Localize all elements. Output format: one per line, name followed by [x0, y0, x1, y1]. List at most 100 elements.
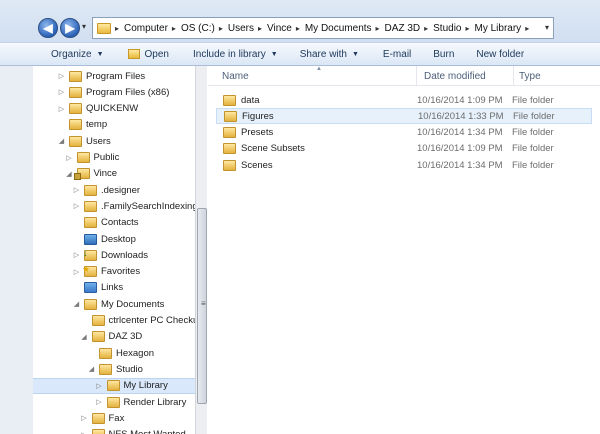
tree-item[interactable]: ◢ DAZ 3D [33, 329, 195, 345]
expanded-arrow-icon[interactable]: ◢ [57, 137, 66, 145]
tree-item[interactable]: ▷ .designer [33, 182, 195, 198]
scrollbar-thumb[interactable]: ≡ [197, 208, 207, 404]
collapsed-arrow-icon[interactable]: ▷ [72, 251, 81, 259]
collapsed-arrow-icon[interactable]: ▷ [80, 414, 89, 422]
collapsed-arrow-icon[interactable]: ▷ [95, 382, 104, 390]
column-header-type[interactable]: Type [519, 71, 541, 82]
new-folder-button[interactable]: New folder [469, 46, 531, 63]
include-in-library-button[interactable]: Include in library ▼ [186, 46, 285, 63]
chevron-right-icon[interactable]: ▸ [465, 24, 469, 33]
collapsed-arrow-icon[interactable]: ▷ [72, 202, 81, 210]
file-row[interactable]: Scenes 10/16/2014 1:34 PM File folder [216, 157, 592, 173]
breadcrumb-item[interactable]: Computer ▸ [124, 23, 181, 34]
tree-item-label: Contacts [101, 217, 139, 229]
share-with-button[interactable]: Share with ▼ [293, 46, 366, 63]
tree-item[interactable]: ▷ .FamilySearchIndexing [33, 198, 195, 214]
folder-icon [69, 103, 82, 115]
burn-button[interactable]: Burn [426, 46, 461, 63]
folder-icon [84, 298, 97, 310]
file-row[interactable]: Presets 10/16/2014 1:34 PM File folder [216, 125, 592, 141]
collapsed-arrow-icon[interactable]: ▷ [57, 105, 66, 113]
chevron-right-icon[interactable]: ▸ [219, 24, 223, 33]
grip-icon: ≡ [201, 299, 206, 308]
file-type: File folder [512, 127, 554, 139]
file-date: 10/16/2014 1:34 PM [417, 127, 503, 139]
window-chrome: ◀ ▶ ▾ ▸ Computer ▸ OS (C:) ▸ Users ▸ Vince ▸ My … [0, 0, 600, 66]
collapsed-arrow-icon[interactable]: ▷ [80, 431, 89, 434]
column-header-date-modified[interactable]: Date modified [424, 71, 486, 82]
recent-pages-dropdown-icon[interactable]: ▾ [82, 22, 86, 31]
column-divider[interactable] [416, 66, 417, 86]
tree-item[interactable]: ▷ My Library [33, 377, 195, 394]
tree-item[interactable]: ▷ Program Files (x86) [33, 84, 195, 100]
tree-item[interactable]: ▷ Fax [33, 410, 195, 426]
column-header-name[interactable]: Name [222, 71, 249, 82]
chevron-right-icon[interactable]: ▸ [376, 24, 380, 33]
collapsed-arrow-icon[interactable]: ▷ [65, 154, 74, 162]
breadcrumb-item[interactable]: Studio ▸ [433, 23, 474, 34]
tree-item[interactable]: Hexagon [33, 345, 195, 361]
breadcrumb-item[interactable]: Users ▸ [228, 23, 267, 34]
folder-icon [91, 429, 105, 434]
collapsed-arrow-icon[interactable]: ▷ [72, 186, 81, 194]
tree-item[interactable]: Desktop [33, 231, 195, 247]
tree-item[interactable]: ▷ QUICKENW [33, 101, 195, 117]
tree-item[interactable]: temp [33, 117, 195, 133]
chevron-right-icon[interactable]: ▸ [296, 24, 300, 33]
tree-item[interactable]: ◢ Users [33, 133, 195, 149]
tree-item[interactable]: ▷ NFS Most Wanted [33, 427, 195, 434]
collapsed-arrow-icon[interactable]: ▷ [72, 268, 81, 276]
file-row[interactable]: Scene Subsets 10/16/2014 1:09 PM File fold… [216, 141, 592, 157]
column-divider[interactable] [513, 66, 514, 86]
chevron-right-icon[interactable]: ▸ [115, 24, 119, 33]
breadcrumb-item[interactable]: Vince ▸ [267, 23, 305, 34]
file-row[interactable]: data 10/16/2014 1:09 PM File folder [216, 92, 592, 108]
tree-item[interactable]: Links [33, 280, 195, 296]
chevron-right-icon[interactable]: ▸ [525, 24, 529, 33]
tree-item[interactable]: ◢ Studio [33, 361, 195, 377]
breadcrumb-item[interactable]: OS (C:) ▸ [181, 23, 228, 34]
navigation-scrollbar[interactable]: ≡ [195, 66, 207, 434]
chevron-right-icon[interactable]: ▸ [424, 24, 428, 33]
email-button[interactable]: E-mail [376, 46, 418, 63]
forward-button[interactable]: ▶ [60, 18, 80, 38]
file-name-cell: data [216, 94, 417, 106]
file-row[interactable]: Figures 10/16/2014 1:33 PM File folder [216, 108, 592, 125]
tree-item[interactable]: ▷ Downloads [33, 247, 195, 263]
open-button[interactable]: Open [121, 46, 176, 63]
tree-item[interactable]: ▷ Render Library [33, 394, 195, 410]
downloads-icon [83, 248, 97, 261]
breadcrumb-item[interactable]: My Documents ▸ [305, 23, 385, 34]
contacts-icon [84, 217, 97, 229]
expanded-arrow-icon[interactable]: ◢ [80, 333, 89, 341]
open-icon [127, 49, 140, 59]
tree-item[interactable]: ▷ Public [33, 150, 195, 166]
expanded-arrow-icon[interactable]: ◢ [65, 170, 74, 178]
breadcrumb-item[interactable]: DAZ 3D ▸ [385, 23, 434, 34]
chevron-right-icon[interactable]: ▸ [258, 24, 262, 33]
tree-item[interactable]: ◢ My Documents [33, 296, 195, 312]
organize-button[interactable]: Organize ▼ [44, 46, 111, 63]
address-dropdown-icon[interactable]: ▾ [545, 23, 549, 32]
tree-item[interactable]: ◢ Vince [33, 166, 195, 182]
chevron-down-icon: ▼ [270, 50, 278, 58]
tree-item[interactable]: ▷ Favorites [33, 264, 195, 280]
expanded-arrow-icon[interactable]: ◢ [72, 300, 81, 308]
collapsed-arrow-icon[interactable]: ▷ [57, 72, 66, 80]
file-name-cell: Scene Subsets [216, 143, 417, 155]
expanded-arrow-icon[interactable]: ◢ [87, 365, 96, 373]
chevron-right-icon[interactable]: ▸ [172, 24, 176, 33]
tree-item-label: Vince [93, 168, 118, 180]
tree-item[interactable]: Contacts [33, 215, 195, 231]
tree-item-label: My Library [123, 380, 168, 392]
folder-icon [223, 127, 236, 139]
tree-item[interactable]: ▷ Program Files [33, 68, 195, 84]
tree-item[interactable]: ctrlcenter PC Checku [33, 313, 195, 329]
collapsed-arrow-icon[interactable]: ▷ [95, 398, 104, 406]
address-bar[interactable]: ▸ Computer ▸ OS (C:) ▸ Users ▸ Vince ▸ My Docume… [92, 17, 554, 39]
breadcrumb-item[interactable]: My Library ▸ [475, 23, 535, 34]
back-button[interactable]: ◀ [38, 18, 58, 38]
navigation-pane[interactable]: ▷ Program Files ▷ Program Files (x86) ▷ QUICK… [33, 66, 195, 434]
file-type: File folder [512, 94, 554, 106]
collapsed-arrow-icon[interactable]: ▷ [57, 88, 66, 96]
